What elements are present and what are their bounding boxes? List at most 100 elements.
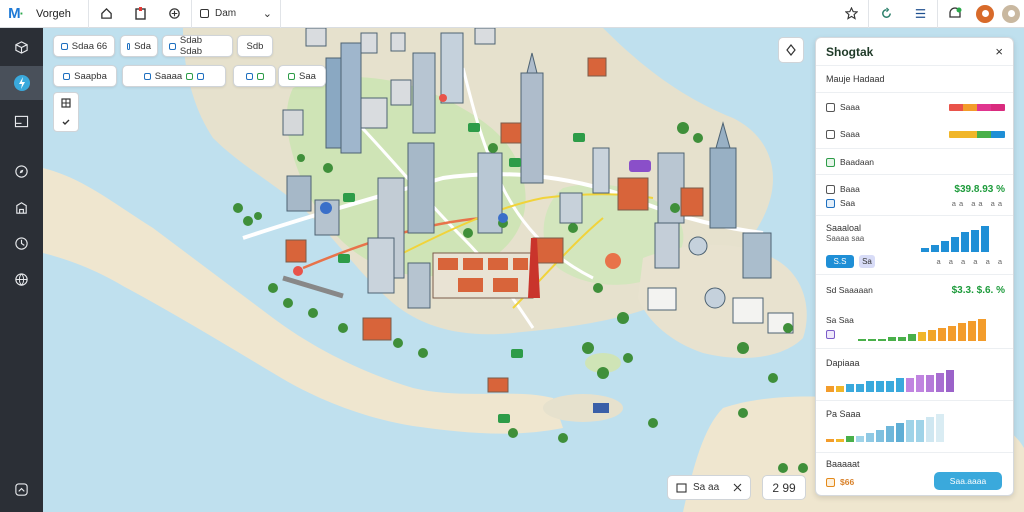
chart-bar — [896, 378, 904, 392]
grid-icon[interactable] — [61, 97, 71, 108]
list-button[interactable] — [903, 0, 937, 28]
left-rail — [0, 28, 43, 512]
chart-bar — [968, 321, 976, 341]
filter-chip[interactable] — [233, 65, 276, 87]
small-island — [543, 394, 623, 422]
chart-bar — [961, 232, 969, 252]
home-button[interactable] — [89, 0, 123, 28]
divider — [816, 215, 1013, 216]
image-icon — [676, 482, 687, 493]
rail-item-buildings[interactable] — [0, 190, 43, 224]
compass-icon — [15, 164, 28, 178]
chart-bar — [948, 326, 956, 341]
zoom-label: 2 99 — [772, 480, 796, 495]
rail-item-history[interactable] — [0, 226, 43, 260]
chart-bar — [868, 339, 876, 341]
filter-chip-label: Saapba — [74, 70, 107, 82]
rail-item-panel[interactable] — [0, 104, 43, 138]
favorite-button[interactable] — [834, 0, 868, 28]
chart-bar — [826, 386, 834, 392]
divider — [816, 348, 1013, 349]
metric-sub-values: aa aa aa — [951, 198, 1005, 208]
panel-title: Shogtak — [826, 44, 874, 59]
secondary-button[interactable]: Sa — [859, 254, 875, 268]
refresh-icon — [881, 7, 891, 18]
app-name: Vorgeh — [36, 7, 71, 20]
rail-item-3d[interactable] — [0, 30, 43, 64]
legend-segment — [977, 103, 991, 111]
bookmark-button[interactable] — [123, 0, 157, 28]
building-icon — [16, 201, 27, 214]
check-icon — [826, 157, 835, 167]
chart-bar — [906, 378, 914, 392]
map-settings-button[interactable] — [778, 37, 804, 63]
refresh-button[interactable] — [869, 0, 903, 28]
filter-chip[interactable]: Sda — [120, 35, 158, 57]
filter-chip-label: Sdab Sdab — [179, 35, 203, 57]
divider — [816, 148, 1013, 149]
chart-bar — [926, 375, 934, 392]
avatar-face-icon — [981, 10, 989, 17]
app-logo[interactable]: M · — [0, 0, 32, 28]
chevron-down-icon: ⌄ — [262, 8, 272, 20]
filter-chip[interactable]: Saa — [278, 65, 326, 87]
chart-bar — [916, 420, 924, 442]
chart-bar — [888, 337, 896, 341]
layer-icon — [143, 72, 151, 80]
toolbar-right — [834, 0, 1024, 28]
data-icon — [826, 329, 835, 339]
filter-chip[interactable]: Sdaa 66 — [53, 35, 115, 57]
user-avatar[interactable] — [976, 4, 994, 23]
chart-bars — [921, 226, 989, 252]
section-heading: Dapiaaa — [816, 358, 1013, 368]
chart-bar — [858, 339, 866, 341]
apply-button[interactable]: Saa.aaaa — [934, 472, 1002, 490]
close-icon — [733, 483, 742, 492]
filter-chip-label: Saaaa — [154, 70, 183, 82]
zoom-level[interactable]: 2 99 — [762, 475, 806, 500]
legend-icon — [826, 102, 835, 112]
chart-bar — [981, 226, 989, 252]
rail-item-energy[interactable] — [0, 66, 43, 100]
chart-bar — [886, 381, 894, 392]
legend-row[interactable]: Saaa — [816, 100, 1013, 114]
data-icon — [826, 198, 835, 208]
legend-segment — [949, 130, 963, 138]
legend-icon — [826, 129, 835, 139]
rail-item-fullscreen[interactable] — [0, 472, 43, 506]
globe-icon — [15, 272, 28, 286]
chart-bar — [971, 230, 979, 252]
footer-value: $66 — [840, 477, 855, 487]
rail-item-globe[interactable] — [0, 262, 43, 296]
divider — [816, 400, 1013, 401]
rail-item-compass[interactable] — [0, 154, 43, 188]
location-icon — [786, 44, 796, 56]
legend-segment — [949, 103, 963, 111]
chart-bars — [858, 319, 986, 341]
chart-bar — [936, 414, 944, 442]
filter-chip[interactable]: Sdb — [237, 35, 273, 57]
view-select[interactable]: Dam ⌄ — [192, 0, 280, 28]
chart-bar — [856, 436, 864, 442]
square-icon — [200, 9, 209, 18]
layers-button[interactable] — [157, 0, 191, 28]
primary-button[interactable]: S.S — [826, 254, 854, 268]
legend-row[interactable]: Saaa — [816, 127, 1013, 141]
secondary-avatar[interactable] — [1002, 4, 1020, 23]
scale-control[interactable]: Sa aa — [667, 475, 751, 500]
panel-subheader: Mauje Hadaad — [816, 74, 1013, 84]
chart-icon — [826, 184, 835, 194]
panel-icon — [14, 115, 29, 127]
chart-bar — [876, 430, 884, 442]
view-select-value: Dam — [215, 8, 237, 19]
filter-chip[interactable]: Saapba — [53, 65, 117, 87]
chart-bar — [926, 417, 934, 442]
metric-sub-label: Sa Saa — [826, 315, 854, 325]
info-panel: Shogtak × Mauje Hadaad Saaa Saaa Baadaan — [815, 37, 1014, 496]
close-icon[interactable]: × — [995, 44, 1003, 59]
check-icon[interactable] — [61, 117, 71, 127]
notifications-button[interactable] — [938, 0, 972, 28]
panel-header: Shogtak × — [816, 38, 1013, 66]
filter-chip[interactable]: Saaaa — [122, 65, 226, 87]
filter-chip[interactable]: Sdab Sdab — [162, 35, 233, 57]
